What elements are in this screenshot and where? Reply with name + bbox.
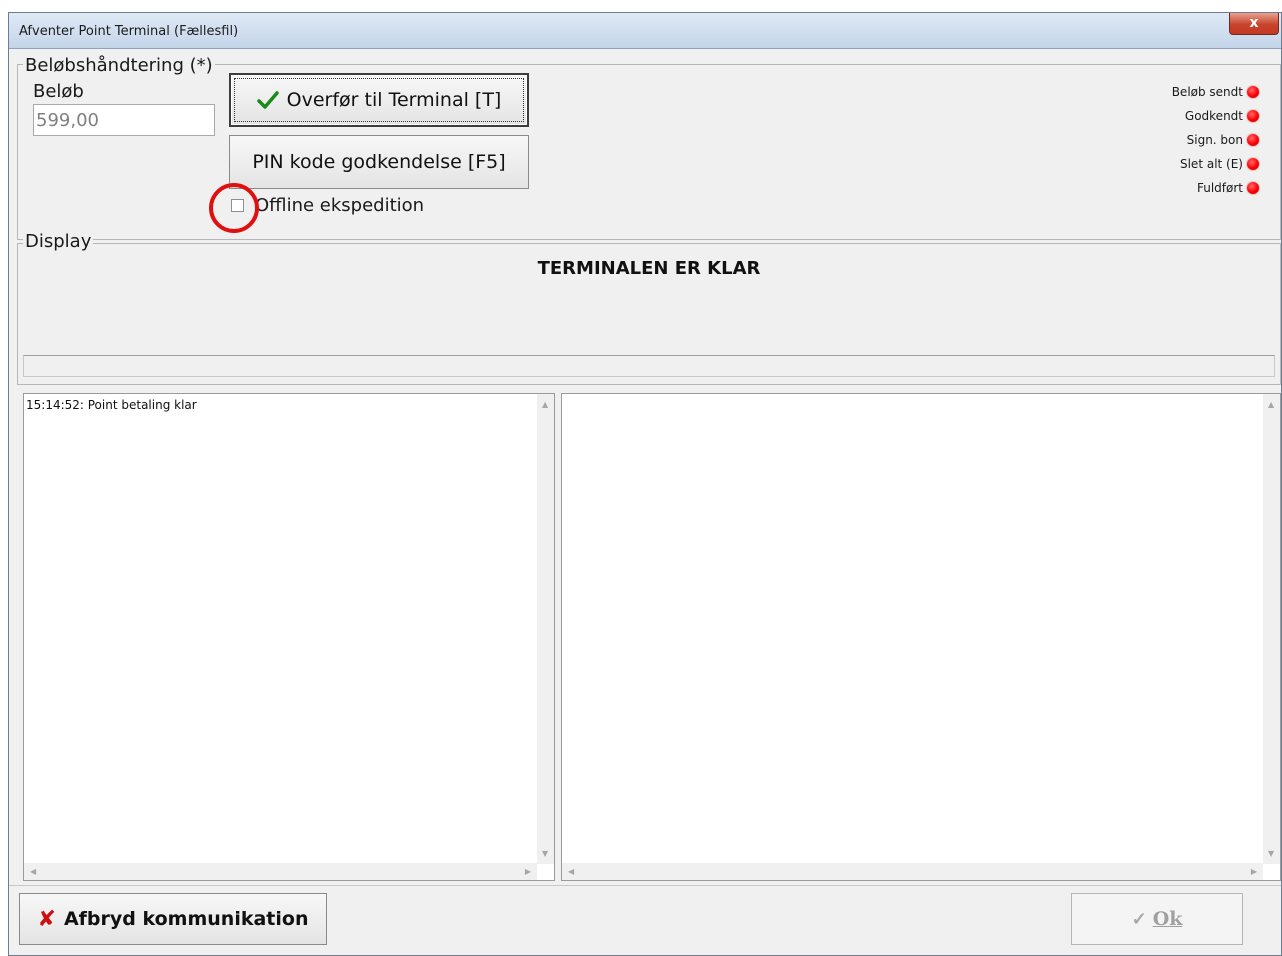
status-led-completed: Fuldført: [1197, 181, 1259, 195]
display-message: TERMINALEN ER KLAR: [537, 258, 761, 279]
status-led-amount-sent: Beløb sendt: [1172, 85, 1259, 99]
status-led-label: Godkendt: [1184, 109, 1243, 123]
display-status-bar: [23, 355, 1275, 377]
scroll-down-icon[interactable]: ▼: [1268, 849, 1274, 858]
pin-approval-button[interactable]: PIN kode godkendelse [F5]: [229, 135, 529, 189]
red-led-icon: [1247, 182, 1259, 194]
status-led-label: Fuldført: [1196, 181, 1243, 195]
footer-divider: [9, 885, 1281, 886]
red-led-icon: [1247, 134, 1259, 146]
checkmark-icon: ✓: [1131, 908, 1147, 930]
highlight-circle: [209, 183, 259, 233]
log-entry: 15:14:52: Point betaling klar: [26, 398, 197, 412]
red-led-icon: [1247, 86, 1259, 98]
red-led-icon: [1247, 110, 1259, 122]
title-bar[interactable]: Afventer Point Terminal (Fællesfil) x: [9, 13, 1281, 49]
amount-handling-legend: Beløbshåndtering (*): [23, 55, 215, 76]
scroll-right-icon[interactable]: ▶: [1251, 867, 1257, 876]
scroll-right-icon[interactable]: ▶: [525, 867, 531, 876]
red-x-icon: ✘: [37, 906, 56, 932]
vertical-scrollbar[interactable]: ▲ ▼: [537, 394, 554, 864]
dialog-window: Afventer Point Terminal (Fællesfil) x Be…: [8, 12, 1282, 956]
status-led-sign-receipt: Sign. bon: [1187, 133, 1259, 147]
pin-button-label: PIN kode godkendelse [F5]: [252, 151, 506, 173]
status-led-label: Slet alt (E): [1179, 157, 1243, 171]
abort-button-label: Afbryd kommunikation: [63, 908, 309, 930]
amount-handling-group: [17, 64, 1281, 240]
status-led-label: Sign. bon: [1186, 133, 1243, 147]
close-button[interactable]: x: [1229, 13, 1279, 35]
vertical-scrollbar[interactable]: ▲ ▼: [1263, 394, 1280, 864]
amount-field[interactable]: [33, 104, 215, 136]
log-pane-left[interactable]: 15:14:52: Point betaling klar ▲ ▼ ◀ ▶: [23, 393, 555, 881]
scroll-left-icon[interactable]: ◀: [30, 867, 36, 876]
window-title: Afventer Point Terminal (Fællesfil): [19, 24, 239, 39]
scroll-up-icon[interactable]: ▲: [542, 400, 548, 409]
amount-label: Beløb: [33, 81, 84, 102]
scroll-down-icon[interactable]: ▼: [542, 849, 548, 858]
status-led-approved: Godkendt: [1185, 109, 1259, 123]
horizontal-scrollbar[interactable]: ◀ ▶: [562, 863, 1263, 880]
close-icon: x: [1249, 15, 1259, 31]
status-led-panel: Beløb sendt Godkendt Sign. bon Slet alt …: [1109, 85, 1259, 203]
log-pane-right[interactable]: ▲ ▼ ◀ ▶: [561, 393, 1281, 881]
ok-button-label: Ok: [1152, 908, 1183, 930]
focus-rect: [234, 78, 524, 122]
transfer-to-terminal-button[interactable]: Overfør til Terminal [T]: [229, 73, 529, 127]
horizontal-scrollbar[interactable]: ◀ ▶: [24, 863, 537, 880]
offline-label[interactable]: Offline ekspedition: [255, 195, 424, 216]
status-led-label: Beløb sendt: [1171, 85, 1243, 99]
display-legend: Display: [23, 231, 94, 252]
scroll-up-icon[interactable]: ▲: [1268, 400, 1274, 409]
abort-communication-button[interactable]: ✘ Afbryd kommunikation: [19, 893, 327, 945]
ok-button[interactable]: ✓ Ok: [1071, 893, 1243, 945]
status-led-clear-all: Slet alt (E): [1180, 157, 1259, 171]
red-led-icon: [1247, 158, 1259, 170]
scroll-left-icon[interactable]: ◀: [568, 867, 574, 876]
